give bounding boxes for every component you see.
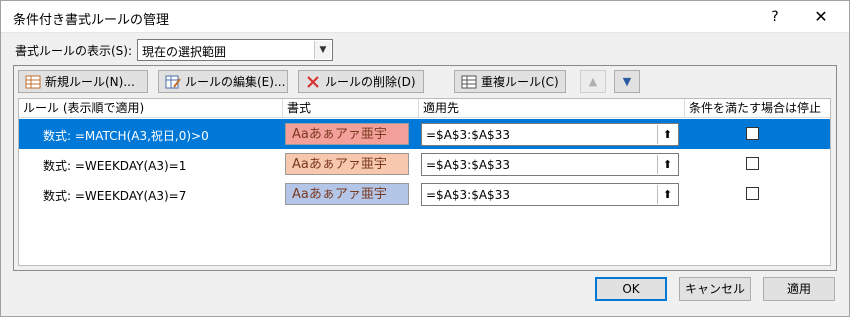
duplicate-rule-icon — [461, 75, 477, 89]
format-preview: Aaあぁアァ亜宇 — [285, 153, 409, 175]
delete-rule-button[interactable]: ルールの削除(D) — [298, 70, 424, 93]
applies-to-field[interactable]: =$A$3:$A$33 ⬆ — [421, 153, 679, 176]
conditional-formatting-rules-manager-dialog: 条件付き書式ルールの管理 ? ✕ 書式ルールの表示(S): 現在の選択範囲 ▼ … — [0, 0, 850, 317]
title-bar: 条件付き書式ルールの管理 ? ✕ — [1, 1, 849, 33]
applies-to-value: =$A$3:$A$33 — [426, 158, 510, 172]
move-down-button[interactable]: ▼ — [614, 70, 640, 93]
rule-formula: 数式: =MATCH(A3,祝日,0)>0 — [43, 129, 209, 143]
chevron-down-icon[interactable]: ▼ — [314, 41, 331, 59]
column-header-format: 書式 — [283, 99, 419, 117]
rules-toolbar: 新規ルール(N)... ルールの編集(E)... ルールの削除(D) 重複ルール… — [14, 66, 836, 98]
format-preview: Aaあぁアァ亜宇 — [285, 183, 409, 205]
range-picker-icon[interactable]: ⬆ — [657, 125, 677, 144]
rule-row-1[interactable]: 数式: =MATCH(A3,祝日,0)>0 Aaあぁアァ亜宇 =$A$3:$A$… — [19, 119, 830, 149]
column-header-stop-if-true: 条件を満たす場合は停止 — [689, 101, 822, 115]
edit-rule-label: ルールの編集(E)... — [185, 75, 286, 89]
column-header-applies-to: 適用先 — [419, 99, 685, 117]
column-header-rule: ルール (表示順で適用) — [19, 99, 283, 117]
rule-formula: 数式: =WEEKDAY(A3)=1 — [43, 159, 187, 173]
new-rule-button[interactable]: 新規ルール(N)... — [18, 70, 148, 93]
scope-dropdown[interactable]: 現在の選択範囲 ▼ — [137, 39, 333, 61]
rules-grid: ルール (表示順で適用) 書式 適用先 条件を満たす場合は停止 数式: =MAT… — [18, 98, 831, 266]
grid-header: ルール (表示順で適用) 書式 適用先 条件を満たす場合は停止 — [19, 99, 830, 118]
applies-to-value: =$A$3:$A$33 — [426, 188, 510, 202]
stop-if-true-checkbox[interactable] — [746, 187, 759, 200]
applies-to-field[interactable]: =$A$3:$A$33 ⬆ — [421, 183, 679, 206]
format-preview: Aaあぁアァ亜宇 — [285, 123, 409, 145]
rule-row-3[interactable]: 数式: =WEEKDAY(A3)=7 Aaあぁアァ亜宇 =$A$3:$A$33 … — [19, 179, 830, 209]
duplicate-rule-label: 重複ルール(C) — [481, 75, 559, 89]
edit-rule-icon — [165, 75, 181, 89]
range-picker-icon[interactable]: ⬆ — [657, 185, 677, 204]
ok-button[interactable]: OK — [595, 277, 667, 301]
rule-row-2[interactable]: 数式: =WEEKDAY(A3)=1 Aaあぁアァ亜宇 =$A$3:$A$33 … — [19, 149, 830, 179]
edit-rule-button[interactable]: ルールの編集(E)... — [158, 70, 288, 93]
scope-label: 書式ルールの表示(S): — [15, 44, 133, 58]
scope-value: 現在の選択範囲 — [142, 45, 227, 59]
new-rule-icon — [25, 75, 41, 89]
delete-x-icon — [305, 75, 321, 89]
new-rule-label: 新規ルール(N)... — [45, 75, 135, 89]
move-up-button[interactable]: ▲ — [580, 70, 606, 93]
apply-button[interactable]: 適用 — [763, 277, 835, 301]
help-button[interactable]: ? — [761, 6, 789, 28]
rule-formula: 数式: =WEEKDAY(A3)=7 — [43, 189, 187, 203]
delete-rule-label: ルールの削除(D) — [325, 75, 416, 89]
duplicate-rule-button[interactable]: 重複ルール(C) — [454, 70, 566, 93]
applies-to-value: =$A$3:$A$33 — [426, 128, 510, 142]
cancel-button[interactable]: キャンセル — [679, 277, 751, 301]
range-picker-icon[interactable]: ⬆ — [657, 155, 677, 174]
close-button[interactable]: ✕ — [804, 6, 838, 28]
stop-if-true-checkbox[interactable] — [746, 157, 759, 170]
applies-to-field[interactable]: =$A$3:$A$33 ⬆ — [421, 123, 679, 146]
stop-if-true-checkbox[interactable] — [746, 127, 759, 140]
rules-panel: 新規ルール(N)... ルールの編集(E)... ルールの削除(D) 重複ルール… — [13, 65, 837, 271]
window-title: 条件付き書式ルールの管理 — [13, 13, 170, 28]
